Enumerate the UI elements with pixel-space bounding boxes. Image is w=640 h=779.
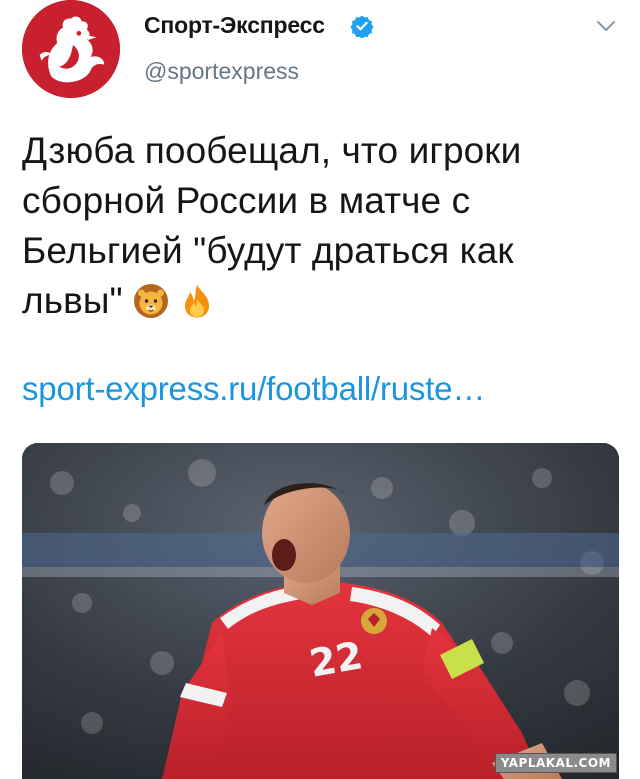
fire-emoji <box>179 283 215 319</box>
lion-face-emoji <box>133 283 169 319</box>
article-link[interactable]: sport-express.ru/football/ruste… <box>22 370 485 408</box>
tweet-text-line: Дзюба пообещал, что игроки <box>22 130 522 171</box>
tweet-photo[interactable]: 22 YAPLAKAL.COM <box>22 443 619 779</box>
tweet-card: Спорт-Экспресс @sportexpress Дзюба пообе… <box>0 0 640 779</box>
tweet-text-line: сборной России в матче с <box>22 180 471 221</box>
watermark: YAPLAKAL.COM <box>494 753 617 773</box>
tweet-text-line: Бельгией "будут драться как <box>22 230 514 271</box>
rooster-logo <box>22 0 120 98</box>
chevron-down-icon[interactable] <box>594 18 618 34</box>
tweet-text: Дзюба пообещал, что игроки сборной Росси… <box>22 126 612 326</box>
tweet-text-line: львы" <box>22 280 123 321</box>
display-name[interactable]: Спорт-Экспресс <box>144 12 325 39</box>
handle[interactable]: @sportexpress <box>144 58 299 85</box>
jersey-number: 22 <box>306 633 366 686</box>
photo-football-player: 22 <box>22 443 619 779</box>
verified-badge-icon <box>350 15 374 38</box>
tweet-text-last-line: львы" <box>22 276 612 326</box>
avatar[interactable] <box>22 0 120 98</box>
